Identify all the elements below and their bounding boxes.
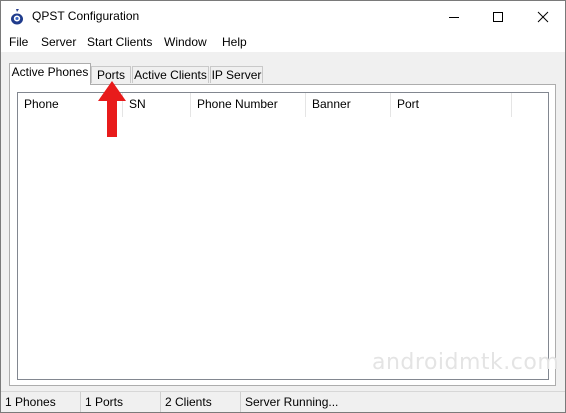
active-phones-panel: Phone SN Phone Number Banner Port: [9, 84, 556, 386]
menu-help[interactable]: Help: [222, 35, 247, 49]
status-bar: 1 Phones 1 Ports 2 Clients Server Runnin…: [1, 391, 565, 412]
minimize-button[interactable]: [432, 1, 476, 32]
column-header-sn[interactable]: SN: [123, 93, 191, 117]
tab-active-phones[interactable]: Active Phones: [9, 63, 91, 85]
menu-server[interactable]: Server: [41, 35, 76, 49]
tab-active-clients[interactable]: Active Clients: [132, 66, 209, 83]
tab-ip-server[interactable]: IP Server: [210, 66, 263, 83]
menu-file[interactable]: File: [9, 35, 28, 49]
qpst-app-icon: [11, 9, 23, 25]
column-header-banner[interactable]: Banner: [306, 93, 391, 117]
minimize-icon: [449, 16, 459, 18]
column-header-phone-number[interactable]: Phone Number: [191, 93, 306, 117]
tab-label: Active Clients: [134, 68, 207, 82]
menu-window[interactable]: Window: [164, 35, 207, 49]
maximize-button[interactable]: [476, 1, 520, 32]
title-bar[interactable]: QPST Configuration: [1, 1, 565, 32]
close-icon: [537, 11, 549, 22]
status-server: Server Running...: [245, 395, 339, 409]
status-phones: 1 Phones: [1, 392, 81, 412]
menu-bar: File Server Start Clients Window Help: [1, 32, 565, 52]
close-button[interactable]: [521, 1, 565, 32]
status-clients: 2 Clients: [161, 392, 241, 412]
tab-label: IP Server: [211, 68, 262, 82]
tab-label: Ports: [96, 68, 125, 82]
maximize-icon: [493, 11, 503, 22]
menu-start-clients[interactable]: Start Clients: [87, 35, 152, 49]
tab-label: Active Phones: [11, 65, 89, 79]
red-arrow-annotation: [98, 81, 126, 137]
window-title: QPST Configuration: [32, 9, 140, 23]
watermark-text: androidmtk.com: [372, 350, 560, 375]
status-ports: 1 Ports: [81, 392, 161, 412]
qpst-window: QPST Configuration File Server Start Cli…: [0, 0, 566, 413]
tab-control: Active Phones Ports Active Clients IP Se…: [1, 52, 565, 392]
column-header-port[interactable]: Port: [391, 93, 512, 117]
